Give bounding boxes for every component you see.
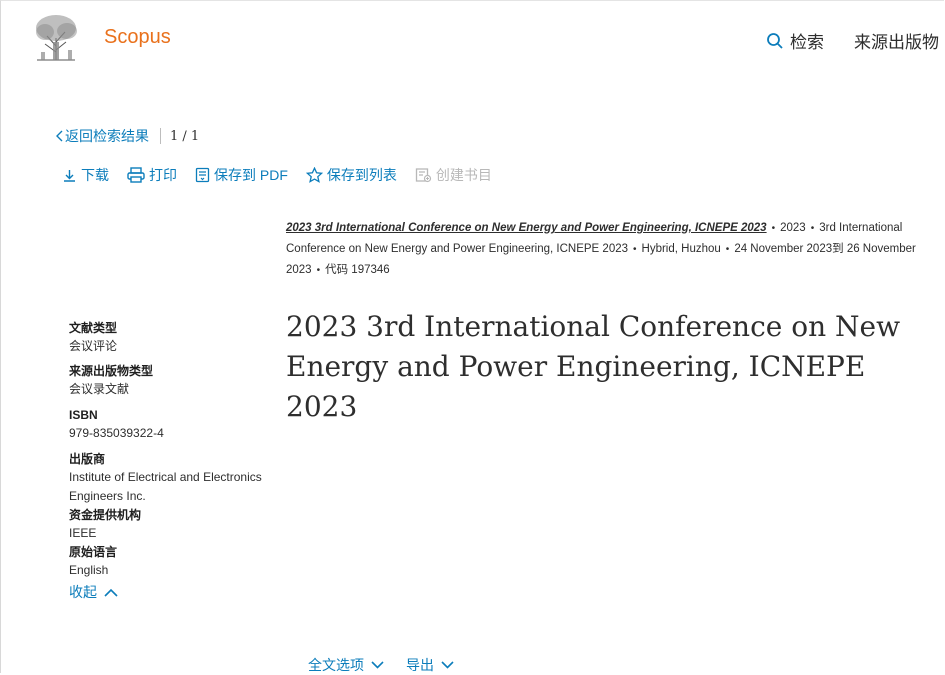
breadcrumb-divider (160, 128, 161, 144)
save-to-list-label: 保存到列表 (326, 167, 397, 183)
printer-icon (127, 167, 145, 183)
separator-dot: • (633, 244, 637, 255)
meta-value-publisher: Institute of Electrical and Electronics … (69, 470, 262, 503)
save-pdf-button[interactable]: 保存到 PDF (195, 165, 288, 185)
chevron-left-icon (56, 130, 63, 142)
separator-dot: • (725, 244, 730, 255)
document-title: 2023 3rd International Conference on New… (286, 310, 901, 423)
brand-name[interactable]: Scopus (104, 26, 171, 49)
create-bibliography-button[interactable]: 创建书目 (415, 165, 492, 185)
meta-label-publisher: 出版商 (69, 452, 106, 466)
sources-link[interactable]: 来源出版物 (854, 28, 939, 53)
bibliography-icon (415, 168, 431, 183)
print-button[interactable]: 打印 (127, 165, 177, 185)
pdf-file-icon (195, 167, 210, 183)
separator-dot: • (810, 223, 815, 234)
document-toolbar: 下载 打印 保存到 PDF 保存到列表 创建书目 (62, 165, 510, 185)
meta-value-document-type: 会议评论 (69, 339, 118, 353)
meta-value-isbn: 979-835039322-4 (69, 426, 164, 440)
download-label: 下载 (81, 167, 109, 183)
meta-label-funding: 资金提供机构 (69, 508, 142, 522)
chevron-down-icon (441, 661, 454, 669)
back-label: 返回检索结果 (65, 128, 149, 144)
chevron-up-icon (104, 588, 118, 597)
full-text-options-dropdown[interactable]: 全文选项 (308, 655, 384, 675)
print-label: 打印 (149, 167, 177, 183)
bottom-options: 全文选项 导出 (308, 655, 476, 675)
collapse-button[interactable]: 收起 (69, 582, 279, 602)
source-year: 2023 (780, 222, 806, 234)
meta-label-language: 原始语言 (69, 545, 118, 559)
source-info: 2023 3rd International Conference on New… (286, 218, 926, 281)
document-metadata: 文献类型 会议评论 来源出版物类型 会议录文献 ISBN 979-8350393… (69, 319, 279, 602)
search-link[interactable]: 检索 (766, 28, 824, 53)
chevron-down-icon (371, 661, 384, 669)
meta-label-document-type: 文献类型 (69, 321, 118, 335)
meta-value-language: English (69, 563, 109, 577)
meta-label-isbn: ISBN (69, 408, 98, 422)
download-button[interactable]: 下载 (62, 165, 109, 185)
conference-code: 代码 197346 (325, 264, 390, 276)
meta-value-source-type: 会议录文献 (69, 382, 130, 396)
result-pager: 1 / 1 (170, 128, 200, 144)
export-dropdown[interactable]: 导出 (406, 655, 454, 675)
conference-location: Hybrid, Huzhou (641, 243, 721, 255)
back-to-results-link[interactable]: 返回检索结果 (55, 126, 149, 146)
search-icon (767, 32, 783, 49)
star-icon (305, 167, 323, 183)
top-nav: 检索 来源出版物 (766, 28, 939, 53)
search-label: 检索 (790, 33, 824, 52)
separator-dot: • (316, 265, 321, 276)
save-to-list-button[interactable]: 保存到列表 (305, 165, 397, 185)
export-label: 导出 (406, 657, 434, 673)
breadcrumb: 返回检索结果 1 / 1 (55, 126, 199, 146)
source-title-link[interactable]: 2023 3rd International Conference on New… (286, 222, 767, 234)
save-pdf-label: 保存到 PDF (214, 167, 288, 183)
meta-value-funding: IEEE (69, 526, 97, 540)
full-text-options-label: 全文选项 (308, 657, 364, 673)
download-icon (64, 169, 75, 182)
create-bibliography-label: 创建书目 (435, 167, 492, 183)
elsevier-tree-logo-icon[interactable] (31, 12, 81, 64)
collapse-label: 收起 (69, 584, 97, 600)
meta-label-source-type: 来源出版物类型 (69, 364, 154, 378)
separator-dot: • (771, 223, 776, 234)
